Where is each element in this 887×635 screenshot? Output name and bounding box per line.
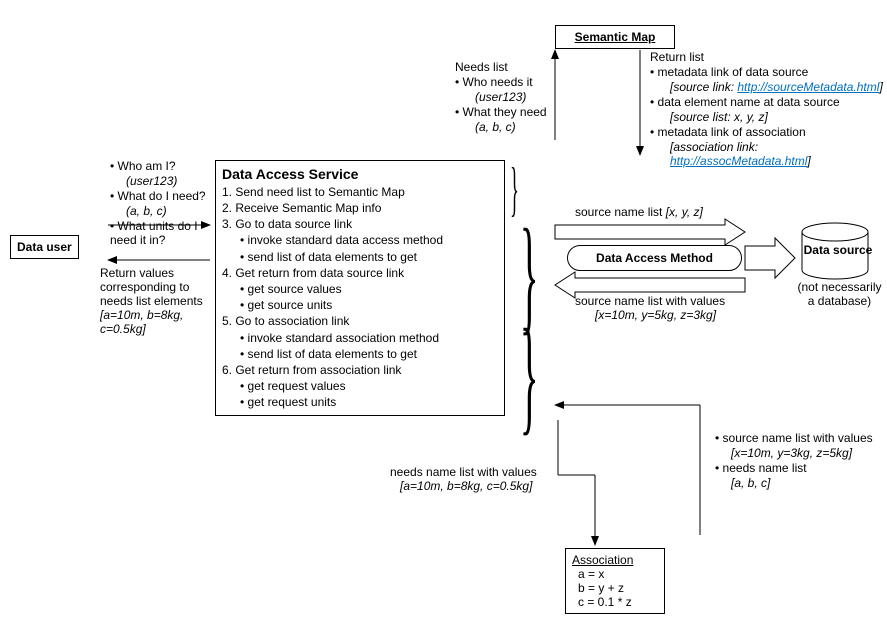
brace-steps56: } [520,300,539,450]
source-metadata-link[interactable]: http://sourceMetadata.html [737,80,879,94]
assoc-in-item2: needs name list [715,461,885,475]
return-values-block: Return values corresponding to needs lis… [100,266,220,336]
return-item1-val: [source link: http://sourceMetadata.html… [670,80,885,94]
association-title: Association [572,553,658,567]
needs-list-heading: Needs list [455,60,555,74]
das-s4a: get source values [240,281,498,297]
das-s6b: get request units [240,394,498,410]
data-access-method-oval: Data Access Method [567,245,742,271]
das-s6a: get request values [240,378,498,394]
assoc-in-item1: source name list with values [715,431,885,445]
semantic-map-title: Semantic Map [575,30,656,44]
das-s5: 5. Go to association link [222,313,498,329]
needs-name-list-values: needs name list with values [a=10m, b=8k… [390,465,537,493]
return-list-heading: Return list [650,50,885,64]
assoc-e1: a = x [578,567,658,581]
data-user-box: Data user [10,235,79,259]
return-item2: data element name at data source [650,95,885,109]
q-units: What units do I need it in? [110,219,220,247]
das-s3: 3. Go to data source link [222,216,498,232]
das-s4: 4. Get return from data source link [222,265,498,281]
das-s3b: send list of data elements to get [240,249,498,265]
source-name-list-top: source name list [x, y, z] [575,205,703,219]
das-s5a: invoke standard association method [240,330,498,346]
data-access-service-box: Data Access Service 1. Send need list to… [215,160,505,416]
needs-who: Who needs it [455,75,555,89]
data-source-label: Data source [803,243,873,257]
q-who: Who am I? [110,159,220,173]
association-box: Association a = x b = y + z c = 0.1 * z [565,548,665,614]
assoc-input-block: source name list with values [x=10m, y=3… [715,430,885,490]
needs-what: What they need [455,105,555,119]
das-s5b: send list of data elements to get [240,346,498,362]
source-name-list-bottom: source name list with values [x=10m, y=5… [575,294,725,322]
das-s4b: get source units [240,297,498,313]
rv-l1: Return values [100,266,220,280]
assoc-in-item1-val: [x=10m, y=3kg, z=5kg] [731,446,885,460]
das-s1: 1. Send need list to Semantic Map [222,184,498,200]
rv-l2: corresponding to [100,280,220,294]
das-s3a: invoke standard data access method [240,232,498,248]
needs-list-block: Needs list Who needs it (user123) What t… [455,60,555,134]
needs-what-val: (a, b, c) [475,120,555,134]
das-title: Data Access Service [222,165,498,184]
data-source-sub: (not necessarily a database) [792,280,887,308]
rv-l3: needs list elements [100,294,220,308]
assoc-e3: c = 0.1 * z [578,595,658,609]
q-who-val: (user123) [126,174,220,188]
return-item2-val: [source list: x, y, z] [670,110,885,124]
das-s6: 6. Get return from association link [222,362,498,378]
rv-l4: [a=10m, b=8kg, c=0.5kg] [100,308,220,336]
das-s2: 2. Receive Semantic Map info [222,200,498,216]
q-what-val: (a, b, c) [126,204,220,218]
assoc-metadata-link[interactable]: http://assocMetadata.html [670,154,807,168]
semantic-map-box: Semantic Map [555,25,675,49]
assoc-e2: b = y + z [578,581,658,595]
q-what: What do I need? [110,189,220,203]
assoc-in-item2-val: [a, b, c] [731,476,885,490]
return-list-block: Return list metadata link of data source… [650,50,885,168]
return-item3: metadata link of association [650,125,885,139]
needs-who-val: (user123) [475,90,555,104]
return-item1: metadata link of data source [650,65,885,79]
brace-steps12: } [510,155,519,224]
user-questions-block: Who am I? (user123) What do I need? (a, … [110,158,220,248]
return-item3-val: [association link: http://assocMetadata.… [670,140,885,168]
data-user-label: Data user [17,240,72,254]
